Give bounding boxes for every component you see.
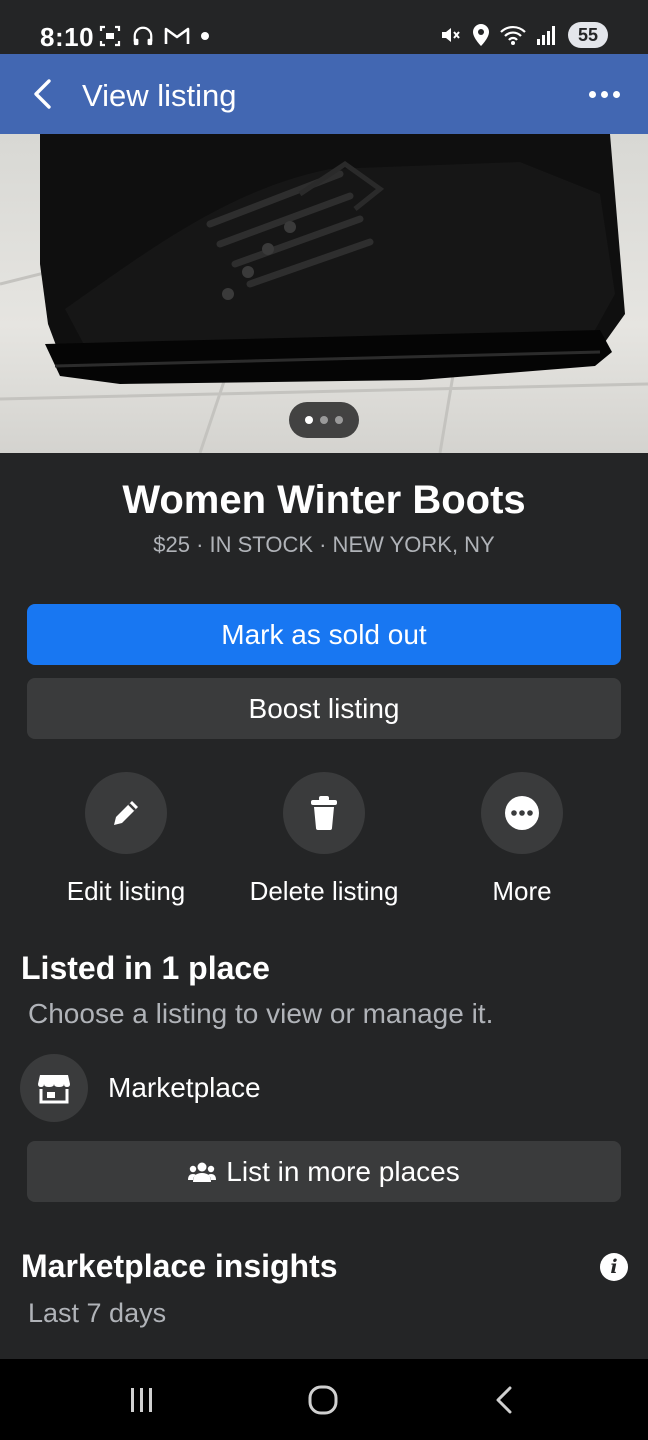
recent-apps-icon[interactable] (112, 1379, 172, 1421)
nav-back-icon[interactable] (474, 1379, 534, 1421)
photo-page-dot (320, 416, 328, 424)
wifi-icon (500, 25, 526, 45)
location-icon (473, 24, 489, 46)
status-left-icons (98, 24, 210, 48)
signal-icon (537, 26, 555, 45)
group-icon (188, 1161, 217, 1183)
listing-subtitle: $25 · IN STOCK · NEW YORK, NY (153, 532, 495, 557)
system-nav-bar (0, 1359, 648, 1440)
listing-title: Women Winter Boots (122, 478, 526, 522)
edit-listing-button[interactable] (85, 772, 167, 854)
mute-icon (442, 28, 460, 42)
listed-in-title: Listed in 1 place (21, 950, 270, 986)
delete-listing-action[interactable]: Delete listing (224, 772, 424, 907)
more-label: More (492, 876, 552, 906)
delete-listing-button[interactable] (283, 772, 365, 854)
status-right-icons: 55 (438, 22, 608, 48)
storefront-icon (20, 1054, 88, 1122)
headphones-icon (133, 26, 153, 46)
trash-icon (311, 796, 337, 830)
page-title: View listing (82, 78, 237, 113)
dot-icon (201, 32, 209, 40)
mark-sold-button[interactable]: Mark as sold out (27, 604, 621, 665)
photo-page-dot (335, 416, 343, 424)
status-time: 8:10 (40, 22, 95, 52)
more-button[interactable] (481, 772, 563, 854)
screenshot-icon (99, 25, 121, 47)
status-bar: 8:10 55 (0, 0, 648, 54)
list-in-more-places-button[interactable]: List in more places (27, 1141, 621, 1202)
home-icon[interactable] (293, 1379, 353, 1421)
edit-listing-label: Edit listing (66, 876, 186, 906)
back-arrow-icon[interactable] (24, 76, 60, 112)
place-item-marketplace[interactable]: Marketplace (20, 1054, 261, 1122)
delete-listing-label: Delete listing (249, 876, 399, 906)
more-icon (505, 796, 539, 830)
insights-subtitle: Last 7 days (28, 1298, 167, 1328)
boost-listing-button[interactable]: Boost listing (27, 678, 621, 739)
place-label: Marketplace (108, 1072, 261, 1103)
edit-listing-action[interactable]: Edit listing (26, 772, 226, 907)
pencil-icon (114, 801, 138, 825)
app-bar: View listing (0, 54, 648, 134)
listed-in-subtitle: Choose a listing to view or manage it. (28, 998, 494, 1029)
more-action[interactable]: More (422, 772, 622, 907)
gmail-icon (164, 27, 190, 44)
info-icon[interactable]: i (600, 1253, 628, 1281)
insights-title: Marketplace insights (21, 1248, 338, 1284)
list-in-more-places-label: List in more places (226, 1155, 460, 1187)
more-dots-icon[interactable] (584, 78, 624, 110)
battery-icon: 55 (568, 22, 608, 48)
photo-page-dot (305, 416, 313, 424)
photo-pagination (289, 402, 359, 438)
